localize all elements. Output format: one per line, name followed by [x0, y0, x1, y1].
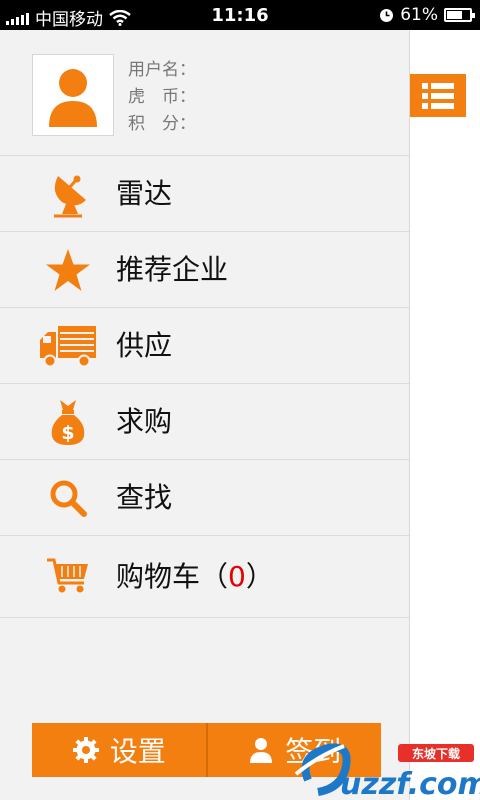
- watermark-brand: uzzf.com: [340, 767, 480, 800]
- menu-item-label: 供应: [116, 329, 173, 362]
- user-icon: [250, 738, 273, 763]
- user-silhouette-icon: [49, 69, 97, 127]
- side-drawer: 用户名： 虎 币： 积 分： 雷达 推荐企业 供应 $ 求购 查找 购物车（0）…: [0, 30, 410, 800]
- list-menu-icon: [422, 82, 454, 109]
- menu-toggle-button[interactable]: [410, 74, 466, 117]
- cart-label-suffix: ）: [245, 560, 274, 593]
- menu-item-label: 购物车（0）: [116, 536, 274, 618]
- watermark-logo: 东坡下载 uzzf.com: [288, 736, 480, 800]
- profile-panel: 用户名： 虎 币： 积 分：: [0, 30, 409, 156]
- menu-item-supply[interactable]: 供应: [0, 308, 409, 384]
- coins-label: 虎 币：: [128, 87, 196, 107]
- settings-button[interactable]: 设置: [32, 723, 206, 777]
- menu-item-recommended-companies[interactable]: 推荐企业: [0, 232, 409, 308]
- menu-item-shopping-cart[interactable]: 购物车（0）: [0, 536, 409, 618]
- menu-item-purchase[interactable]: $ 求购: [0, 384, 409, 460]
- watermark-tagline: 东坡下载: [412, 746, 460, 761]
- username-label: 用户名：: [128, 60, 196, 80]
- avatar[interactable]: [32, 54, 114, 136]
- alarm-clock-icon: [380, 8, 394, 22]
- star-icon: [46, 249, 90, 291]
- menu-item-radar[interactable]: 雷达: [0, 156, 409, 232]
- menu-item-label: 查找: [116, 481, 173, 514]
- menu-item-label: 求购: [116, 405, 173, 438]
- settings-label: 设置: [109, 735, 166, 768]
- svg-text:$: $: [61, 422, 74, 444]
- gear-icon: [72, 737, 99, 763]
- money-bag-icon: $: [51, 400, 85, 445]
- cart-label: 购物车（: [116, 560, 229, 593]
- radar-dish-icon: [54, 175, 86, 218]
- cart-count: 0: [228, 560, 246, 593]
- truck-icon: [40, 326, 96, 368]
- battery-icon: [444, 8, 475, 22]
- search-icon: [50, 480, 87, 517]
- profile-fields: 用户名： 虎 币： 积 分：: [128, 57, 196, 138]
- battery-percent: 61%: [400, 5, 438, 25]
- shopping-cart-icon: [47, 558, 88, 593]
- menu-item-label: 推荐企业: [116, 253, 229, 286]
- menu-item-search[interactable]: 查找: [0, 460, 409, 536]
- status-bar: 中国移动 11:16 61%: [0, 0, 480, 30]
- menu-item-label: 雷达: [116, 177, 173, 210]
- points-label: 积 分：: [128, 114, 196, 134]
